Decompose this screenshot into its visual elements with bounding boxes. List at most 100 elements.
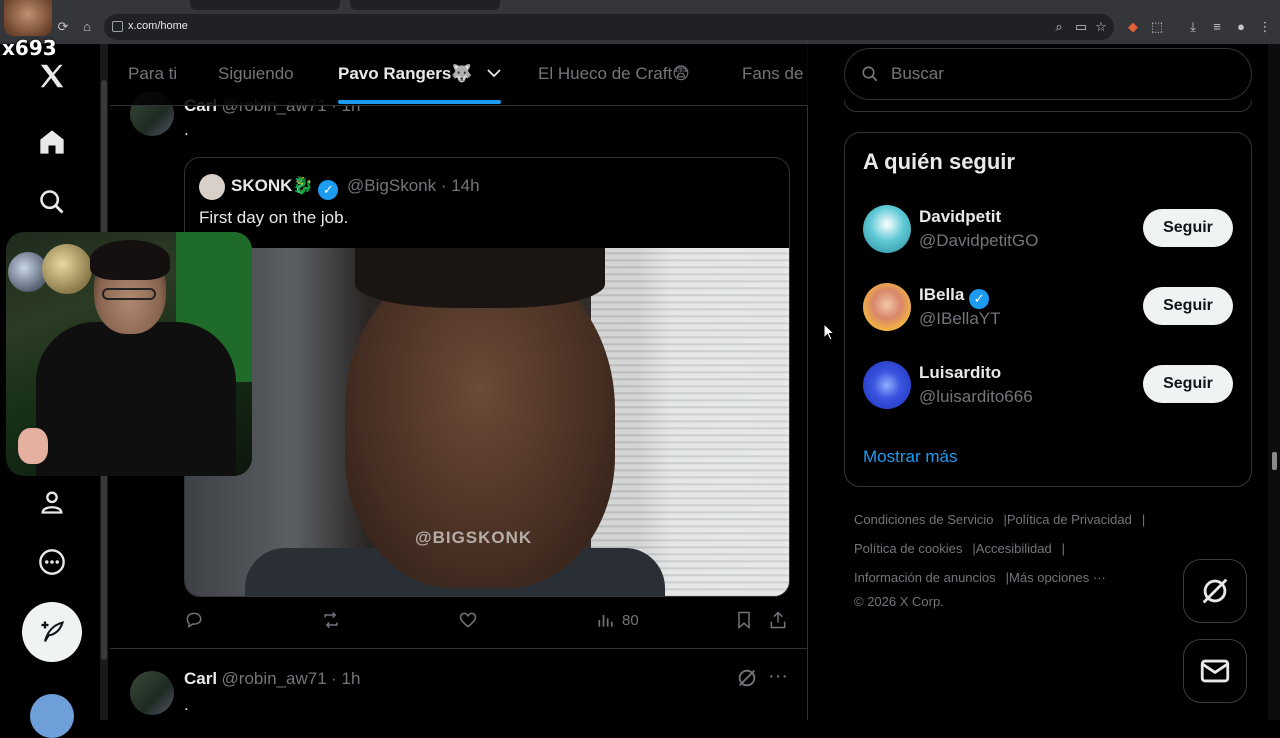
tab-fans-de[interactable]: Fans de: [742, 44, 803, 105]
follow-suggestion[interactable]: Davidpetit @DavidpetitGO Seguir: [863, 205, 1235, 257]
views-button[interactable]: 80: [596, 610, 639, 630]
footer-separator: |: [1141, 512, 1146, 527]
site-info-icon[interactable]: [112, 21, 123, 32]
account-avatar[interactable]: [30, 694, 74, 738]
streamer-face-image: [4, 0, 52, 36]
previous-card-edge: [844, 100, 1252, 112]
media-icon[interactable]: ≡: [1208, 18, 1226, 36]
quoted-tweet[interactable]: SKONK🐉 ✓ @BigSkonk · 14h First day on th…: [184, 157, 790, 597]
feather-plus-icon: [41, 621, 65, 642]
who-to-follow-card: A quién seguir Davidpetit @DavidpetitGO …: [844, 132, 1252, 487]
share-button[interactable]: [768, 610, 788, 630]
follow-suggestion[interactable]: IBella ✓ @IBellaYT Seguir: [863, 283, 1235, 335]
extension-icon[interactable]: ◆: [1124, 18, 1142, 36]
avatar[interactable]: [130, 671, 174, 715]
x-logo-icon[interactable]: [30, 54, 74, 98]
footer-more-options[interactable]: Más opciones ···: [1009, 570, 1106, 585]
tweet-time[interactable]: · 1h: [331, 669, 360, 688]
webcam-person-body: [36, 322, 236, 476]
suggestion-handle[interactable]: @DavidpetitGO: [919, 231, 1038, 251]
browser-tab[interactable]: [190, 0, 340, 10]
tab-el-hueco-de-craft[interactable]: El Hueco de Craft😨: [538, 44, 690, 105]
avatar[interactable]: [863, 205, 911, 253]
footer-link[interactable]: Política de Privacidad: [1007, 512, 1132, 527]
tweet-actions: 80: [184, 610, 790, 636]
webcam-person-hair: [90, 240, 170, 280]
more-icon[interactable]: ···: [768, 665, 788, 688]
download-icon[interactable]: ⤓: [1184, 18, 1202, 36]
more-options-icon[interactable]: [30, 540, 74, 584]
show-more-link[interactable]: Mostrar más: [863, 447, 957, 467]
quoted-tweet-header: SKONK🐉 ✓ @BigSkonk · 14h: [231, 176, 480, 200]
suggestion-name[interactable]: IBella: [919, 285, 964, 304]
repost-button[interactable]: [320, 610, 342, 630]
home-icon[interactable]: ⌂: [78, 18, 96, 36]
mouse-cursor-icon: [823, 323, 835, 341]
explore-search-icon[interactable]: [30, 180, 74, 224]
quoted-avatar[interactable]: [199, 174, 225, 200]
quoted-tweet-time[interactable]: · 14h: [441, 176, 480, 195]
envelope-icon: [1200, 659, 1230, 683]
window-blinds-image: [591, 248, 789, 596]
quoted-tweet-video[interactable]: @BIGSKONK: [185, 248, 789, 596]
webcam-mascot-image: [18, 428, 48, 464]
bookmark-star-icon[interactable]: ☆: [1092, 18, 1110, 36]
tab-siguiendo[interactable]: Siguiendo: [218, 44, 294, 105]
home-icon[interactable]: [30, 120, 74, 164]
address-bar[interactable]: x.com/home: [104, 14, 1114, 40]
views-chart-icon: [598, 615, 613, 627]
video-watermark: @BIGSKONK: [415, 528, 533, 547]
reply-button[interactable]: [184, 610, 204, 630]
timeline-tabs: Para ti Siguiendo Pavo Rangers🐺 El Hueco…: [110, 44, 808, 106]
tweet[interactable]: Carl @robin_aw71 · 1h . ···: [110, 649, 808, 720]
grok-icon[interactable]: [736, 667, 758, 694]
suggestion-name[interactable]: Davidpetit: [919, 207, 1001, 227]
avatar[interactable]: [863, 283, 911, 331]
footer-link[interactable]: Política de cookies: [854, 541, 962, 556]
tab-label: Pavo Rangers🐺: [338, 64, 473, 83]
tab-pavo-rangers[interactable]: Pavo Rangers🐺: [338, 44, 503, 105]
footer-link[interactable]: Condiciones de Servicio: [854, 512, 993, 527]
tab-para-ti[interactable]: Para ti: [128, 44, 177, 105]
profile-icon[interactable]: ●: [1232, 18, 1250, 36]
messages-button[interactable]: [1183, 639, 1247, 703]
search-input[interactable]: Buscar: [844, 48, 1252, 100]
copyright: © 2026 X Corp.: [854, 594, 944, 609]
chevron-down-icon[interactable]: [485, 64, 503, 82]
browser-toolbar: ⟳ ⌂ x.com/home ⌕ ▭ ☆ ◆ ⬚ ⤓ ≡ ● ⋮: [0, 10, 1280, 44]
tweet-author-handle[interactable]: @robin_aw71: [222, 669, 327, 688]
compose-post-button[interactable]: [22, 602, 82, 662]
search-icon: [862, 66, 878, 82]
profile-icon[interactable]: [30, 480, 74, 524]
tweet-text: .: [184, 120, 189, 139]
avatar[interactable]: [863, 361, 911, 409]
browser-tab[interactable]: [350, 0, 500, 10]
suggestion-handle[interactable]: @IBellaYT: [919, 309, 1001, 329]
follow-button[interactable]: Seguir: [1143, 209, 1233, 247]
reload-icon[interactable]: ⟳: [54, 18, 72, 36]
tweet-author-name[interactable]: Carl: [184, 669, 217, 688]
like-button[interactable]: [458, 610, 478, 630]
grok-icon: [1202, 578, 1228, 604]
extensions-puzzle-icon[interactable]: ⬚: [1148, 18, 1166, 36]
zoom-icon[interactable]: ⌕: [1050, 18, 1068, 36]
menu-icon[interactable]: ⋮: [1256, 18, 1274, 36]
active-tab-indicator: [338, 100, 501, 104]
follow-button[interactable]: Seguir: [1143, 365, 1233, 403]
footer-link[interactable]: Accesibilidad: [976, 541, 1052, 556]
suggestion-name-row: IBella ✓: [919, 285, 990, 309]
cast-icon[interactable]: ▭: [1072, 18, 1090, 36]
streamer-badge: x693: [0, 0, 57, 60]
page-scrollbar-thumb[interactable]: [1272, 452, 1277, 470]
footer-link[interactable]: Información de anuncios: [854, 570, 996, 585]
tweet-header: Carl @robin_aw71 · 1h: [184, 669, 360, 689]
suggestion-name[interactable]: Luisardito: [919, 363, 1001, 383]
quoted-author-name[interactable]: SKONK🐉: [231, 176, 314, 195]
follow-button[interactable]: Seguir: [1143, 287, 1233, 325]
bookmark-button[interactable]: [734, 610, 754, 630]
quoted-author-handle[interactable]: @BigSkonk: [347, 176, 436, 195]
suggestion-handle[interactable]: @luisardito666: [919, 387, 1033, 407]
reply-icon: [186, 612, 202, 629]
grok-button[interactable]: [1183, 559, 1247, 623]
follow-suggestion[interactable]: Luisardito @luisardito666 Seguir: [863, 361, 1235, 413]
